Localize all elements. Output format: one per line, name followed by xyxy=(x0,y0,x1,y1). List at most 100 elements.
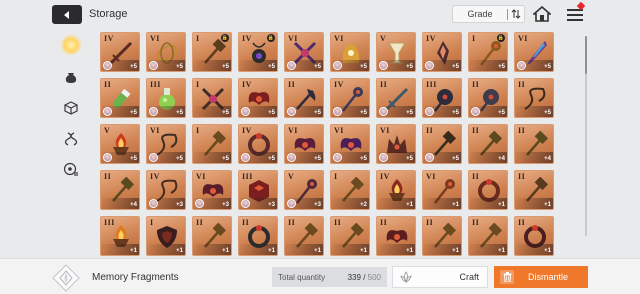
grade-sort-dropdown[interactable]: Grade xyxy=(452,5,525,23)
memory-fragment-card[interactable]: IV +5 xyxy=(238,78,278,118)
character-avatar-icon xyxy=(103,153,112,162)
memory-fragment-card[interactable]: VI +5 xyxy=(330,124,370,164)
memory-fragment-card[interactable]: VI +5 xyxy=(284,32,324,72)
memory-fragment-card[interactable]: I +1 xyxy=(146,216,186,256)
enhance-level: +1 xyxy=(406,248,413,254)
dismantle-button[interactable]: Dismantle xyxy=(494,266,588,288)
memory-fragment-card[interactable]: VI +5 xyxy=(146,32,186,72)
sidebar-item-cube[interactable] xyxy=(56,97,86,119)
memory-fragment-card[interactable]: V +3 xyxy=(284,170,324,210)
memory-fragment-card[interactable]: I 🔒 +5 xyxy=(468,32,508,72)
character-avatar-icon xyxy=(287,199,296,208)
character-avatar-icon xyxy=(195,199,204,208)
memory-fragment-card[interactable]: IV +5 xyxy=(422,32,462,72)
enhance-level: +4 xyxy=(498,156,505,162)
sidebar-item-memory-fragments[interactable] xyxy=(56,34,86,56)
memory-fragment-card[interactable]: VI +1 xyxy=(422,170,462,210)
enhance-level: +5 xyxy=(452,156,459,162)
memory-fragment-card[interactable]: II +1 xyxy=(330,216,370,256)
memory-fragment-card[interactable]: I +2 xyxy=(330,170,370,210)
enhance-level: +5 xyxy=(360,110,367,116)
total-current: 339 xyxy=(347,272,361,282)
memory-fragment-card[interactable]: I 🔒 +5 xyxy=(192,32,232,72)
memory-fragment-card[interactable]: IV +5 xyxy=(238,124,278,164)
enhance-level: +3 xyxy=(222,202,229,208)
grid-scrollbar[interactable] xyxy=(585,36,587,236)
memory-fragment-card[interactable]: III +3 xyxy=(238,170,278,210)
memory-fragment-card[interactable]: III +1 xyxy=(100,216,140,256)
memory-fragment-card[interactable]: VI +5 xyxy=(376,124,416,164)
craft-button[interactable]: Craft xyxy=(392,266,488,288)
character-avatar-icon xyxy=(287,61,296,70)
enhance-level: +1 xyxy=(268,248,275,254)
memory-fragment-card[interactable]: I +5 xyxy=(192,78,232,118)
memory-fragment-card[interactable]: IV 🔒 +5 xyxy=(238,32,278,72)
character-avatar-icon xyxy=(149,199,158,208)
sidebar-item-disc[interactable] xyxy=(56,158,86,180)
memory-fragment-card[interactable]: II +1 xyxy=(238,216,278,256)
memory-fragment-card[interactable]: V +5 xyxy=(100,124,140,164)
character-avatar-icon xyxy=(241,199,250,208)
enhance-level: +5 xyxy=(314,64,321,70)
memory-fragment-card[interactable]: II +1 xyxy=(468,170,508,210)
category-label: Memory Fragments xyxy=(92,272,179,283)
memory-fragment-card[interactable]: II +5 xyxy=(514,78,554,118)
home-icon[interactable] xyxy=(531,5,553,22)
memory-fragment-card[interactable]: II +1 xyxy=(514,216,554,256)
enhance-level: +1 xyxy=(498,202,505,208)
character-avatar-icon xyxy=(103,61,112,70)
back-button[interactable] xyxy=(52,5,82,24)
memory-fragment-card[interactable]: III +5 xyxy=(422,78,462,118)
enhance-level: +1 xyxy=(360,248,367,254)
sidebar-item-dna[interactable] xyxy=(56,128,86,150)
memory-fragment-card[interactable]: IV +3 xyxy=(146,170,186,210)
memory-fragment-card[interactable]: VI +5 xyxy=(146,124,186,164)
memory-fragment-card[interactable]: II +5 xyxy=(468,78,508,118)
dismantle-label: Dismantle xyxy=(527,272,568,282)
memory-fragment-card[interactable]: II +1 xyxy=(284,216,324,256)
memory-fragment-card[interactable]: VI +3 xyxy=(192,170,232,210)
enhance-level: +5 xyxy=(498,64,505,70)
memory-fragment-card[interactable]: II +4 xyxy=(468,124,508,164)
enhance-level: +1 xyxy=(176,248,183,254)
character-avatar-icon xyxy=(333,61,342,70)
page-title: Storage xyxy=(89,8,128,20)
memory-fragment-card[interactable]: IV +5 xyxy=(330,78,370,118)
memory-fragment-card[interactable]: VI +5 xyxy=(514,32,554,72)
memory-fragment-card[interactable]: II +5 xyxy=(100,78,140,118)
header: Storage Grade xyxy=(0,0,640,30)
scroll-thumb[interactable] xyxy=(585,36,587,74)
character-avatar-icon xyxy=(425,107,434,116)
grade-sort-label: Grade xyxy=(467,9,493,19)
memory-fragment-card[interactable]: II +4 xyxy=(100,170,140,210)
memory-fragment-card[interactable]: II +1 xyxy=(514,170,554,210)
sidebar-item-pouch[interactable] xyxy=(56,66,86,88)
memory-fragment-card[interactable]: IV +5 xyxy=(100,32,140,72)
character-avatar-icon xyxy=(333,153,342,162)
memory-fragment-card[interactable]: I +5 xyxy=(192,124,232,164)
memory-fragment-card[interactable]: II +4 xyxy=(514,124,554,164)
memory-fragment-card[interactable]: II +1 xyxy=(192,216,232,256)
memory-fragment-card[interactable]: III +5 xyxy=(146,78,186,118)
craft-label: Craft xyxy=(459,272,479,282)
enhance-level: +1 xyxy=(498,248,505,254)
memory-fragment-card[interactable]: VI +5 xyxy=(284,124,324,164)
enhance-level: +5 xyxy=(130,64,137,70)
back-arrow-icon xyxy=(64,10,69,19)
enhance-level: +5 xyxy=(176,156,183,162)
memory-fragment-card[interactable]: II +5 xyxy=(422,124,462,164)
enhance-level: +1 xyxy=(544,248,551,254)
memory-fragment-card[interactable]: V +5 xyxy=(376,32,416,72)
bottom-bar: Memory Fragments Total quantity 339 / 50… xyxy=(0,258,640,294)
memory-fragment-card[interactable]: II +5 xyxy=(376,78,416,118)
memory-fragment-card[interactable]: II +1 xyxy=(422,216,462,256)
memory-fragment-card[interactable]: IV +1 xyxy=(376,170,416,210)
character-avatar-icon xyxy=(425,61,434,70)
character-avatar-icon xyxy=(149,61,158,70)
sort-order-icon[interactable] xyxy=(508,9,524,19)
memory-fragment-card[interactable]: II +1 xyxy=(468,216,508,256)
memory-fragment-card[interactable]: II +5 xyxy=(284,78,324,118)
memory-fragment-card[interactable]: II +1 xyxy=(376,216,416,256)
storage-grid: IV +5 VI +5 I 🔒 +5 IV 🔒 +5 VI +5 VI +5 V +5 IV +5 I 🔒 +5 VI +5… xyxy=(98,30,586,258)
memory-fragment-card[interactable]: VI +5 xyxy=(330,32,370,72)
